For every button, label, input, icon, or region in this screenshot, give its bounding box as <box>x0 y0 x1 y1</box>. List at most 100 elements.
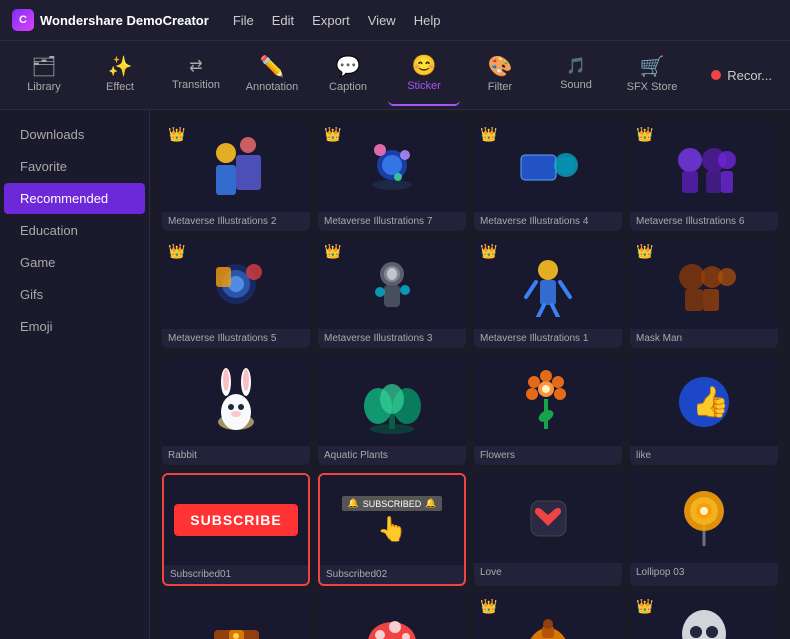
toolbar-library[interactable]: 🗂 Library <box>8 44 80 106</box>
sticker-name-lollipop03: Lollipop 03 <box>630 563 778 582</box>
toolbar-filter[interactable]: 🎨 Filter <box>464 44 536 106</box>
sticker-name-aquaticplants: Aquatic Plants <box>318 446 466 465</box>
subscribed-badge: 🔔 SUBSCRIBED 🔔 <box>342 496 443 511</box>
sticker-card-mushroom[interactable]: Mushroom <box>318 594 466 639</box>
caption-label: Caption <box>329 81 367 93</box>
sidebar: Downloads Favorite Recommended Education… <box>0 110 150 639</box>
sidebar-item-gifs[interactable]: Gifs <box>4 279 145 310</box>
sound-label: Sound <box>560 79 592 91</box>
sticker-name-metaverse7: Metaverse Illustrations 7 <box>318 212 466 231</box>
sticker-name-subscribed02: Subscribed02 <box>320 565 464 584</box>
sticker-card-subscribed01[interactable]: SUBSCRIBE Subscribed01 <box>162 473 310 586</box>
toolbar-sound[interactable]: 🎵 Sound <box>540 44 612 106</box>
sticker-thumb-aquaticplants <box>318 356 466 446</box>
crown-icon: 👑 <box>324 126 341 143</box>
crown-icon: 👑 <box>636 243 653 260</box>
sidebar-item-favorite[interactable]: Favorite <box>4 151 145 182</box>
sticker-name-metaverse1: Metaverse Illustrations 1 <box>474 329 622 348</box>
sticker-card-rabbit[interactable]: Rabbit <box>162 356 310 465</box>
sticker-card-aquaticplants[interactable]: Aquatic Plants <box>318 356 466 465</box>
library-icon: 🗂 <box>31 57 56 77</box>
sticker-card-subscribed02[interactable]: 🔔 SUBSCRIBED 🔔 👆 Subscribed02 <box>318 473 466 586</box>
sticker-thumb-metaverse1: 👑 <box>474 239 622 329</box>
crown-icon: 👑 <box>636 598 653 615</box>
sidebar-game-label: Game <box>20 255 55 270</box>
sticker-thumb-subscribed02: 🔔 SUBSCRIBED 🔔 👆 <box>320 475 464 565</box>
sticker-card-skull[interactable]: 👑 🔍 Skull <box>630 594 778 639</box>
sticker-card-treasure[interactable]: Treasure <box>162 594 310 639</box>
sticker-card-metaverse5[interactable]: 👑 Metaverse Illustrations 5 <box>162 239 310 348</box>
record-label: Recor... <box>727 68 772 83</box>
sidebar-recommended-label: Recommended <box>20 191 108 206</box>
sidebar-item-emoji[interactable]: Emoji <box>4 311 145 342</box>
sticker-name-metaverse5: Metaverse Illustrations 5 <box>162 329 310 348</box>
sidebar-item-downloads[interactable]: Downloads <box>4 119 145 150</box>
sticker-thumb-mushroom <box>318 594 466 639</box>
sticker-name-flowers: Flowers <box>474 446 622 465</box>
crown-icon: 👑 <box>480 126 497 143</box>
sticker-thumb-metaverse7: 👑 <box>318 122 466 212</box>
sidebar-item-education[interactable]: Education <box>4 215 145 246</box>
sticker-thumb-metaverse5: 👑 <box>162 239 310 329</box>
menu-help[interactable]: Help <box>414 13 441 28</box>
svg-text:👍: 👍 <box>692 384 729 419</box>
sticker-card-like[interactable]: 👍 like <box>630 356 778 465</box>
sticker-thumb-maskman: 👑 <box>630 239 778 329</box>
record-button[interactable]: Recor... <box>701 62 782 89</box>
toolbar-effect[interactable]: ✨ Effect <box>84 44 156 106</box>
sticker-card-metaverse3[interactable]: 👑 Metaverse Illustrations 3 <box>318 239 466 348</box>
hand-pointer-icon: 👆 <box>377 515 407 544</box>
sticker-card-love[interactable]: Love <box>474 473 622 586</box>
menu-view[interactable]: View <box>368 13 396 28</box>
sticker-card-flowers[interactable]: Flowers <box>474 356 622 465</box>
menu-edit[interactable]: Edit <box>272 13 294 28</box>
sidebar-emoji-label: Emoji <box>20 319 53 334</box>
menu-export[interactable]: Export <box>312 13 350 28</box>
caption-icon: 💬 <box>336 57 361 77</box>
toolbar-caption[interactable]: 💬 Caption <box>312 44 384 106</box>
sticker-thumb-like: 👍 <box>630 356 778 446</box>
sticker-card-metaverse2[interactable]: 👑 Metaverse Illustrations 2 <box>162 122 310 231</box>
sticker-thumb-flowers <box>474 356 622 446</box>
sticker-name-metaverse3: Metaverse Illustrations 3 <box>318 329 466 348</box>
sticker-thumb-love <box>474 473 622 563</box>
filter-icon: 🎨 <box>488 57 513 77</box>
menu-file[interactable]: File <box>233 13 254 28</box>
sticker-card-metaverse4[interactable]: 👑 Metaverse Illustrations 4 <box>474 122 622 231</box>
effect-label: Effect <box>106 81 134 93</box>
crown-icon: 👑 <box>636 126 653 143</box>
logo-icon: C <box>12 9 34 31</box>
sidebar-item-game[interactable]: Game <box>4 247 145 278</box>
sticker-card-metaverse1[interactable]: 👑 Metaverse Illustrations 1 <box>474 239 622 348</box>
app-logo: C Wondershare DemoCreator <box>12 9 209 31</box>
subscribe-button-label: SUBSCRIBE <box>174 504 297 536</box>
filter-label: Filter <box>488 81 512 93</box>
sticker-grid: 👑 Metaverse Illustrations 2 👑 <box>162 122 778 639</box>
sticker-thumb-metaverse4: 👑 <box>474 122 622 212</box>
toolbar-sfxstore[interactable]: 🛒 SFX Store <box>616 44 688 106</box>
sticker-name-metaverse6: Metaverse Illustrations 6 <box>630 212 778 231</box>
sticker-content: 👑 Metaverse Illustrations 2 👑 <box>150 110 790 639</box>
sidebar-downloads-label: Downloads <box>20 127 84 142</box>
sticker-thumb-moneybag: 👑 $ <box>474 594 622 639</box>
sticker-card-moneybag[interactable]: 👑 $ Money Bag <box>474 594 622 639</box>
titlebar: C Wondershare DemoCreator File Edit Expo… <box>0 0 790 40</box>
menu-bar: File Edit Export View Help <box>233 13 441 28</box>
main-layout: Downloads Favorite Recommended Education… <box>0 110 790 639</box>
toolbar-sticker[interactable]: 😊 Sticker <box>388 44 460 106</box>
toolbar-transition[interactable]: ⇄ Transition <box>160 44 232 106</box>
crown-icon: 👑 <box>324 243 341 260</box>
crown-icon: 👑 <box>168 126 185 143</box>
toolbar-annotation[interactable]: ✏️ Annotation <box>236 44 308 106</box>
crown-icon: 👑 <box>480 598 497 615</box>
bell-icon: 🔔 <box>348 498 359 509</box>
sticker-label: Sticker <box>407 80 441 92</box>
sticker-card-metaverse6[interactable]: 👑 Metaverse Illustrations 6 <box>630 122 778 231</box>
sticker-name-rabbit: Rabbit <box>162 446 310 465</box>
sidebar-item-recommended[interactable]: Recommended <box>4 183 145 214</box>
sticker-card-lollipop03[interactable]: Lollipop 03 <box>630 473 778 586</box>
sticker-name-metaverse2: Metaverse Illustrations 2 <box>162 212 310 231</box>
sticker-card-maskman[interactable]: 👑 Mask Man <box>630 239 778 348</box>
sticker-card-metaverse7[interactable]: 👑 Metaverse Illustrations 7 <box>318 122 466 231</box>
sidebar-gifs-label: Gifs <box>20 287 43 302</box>
